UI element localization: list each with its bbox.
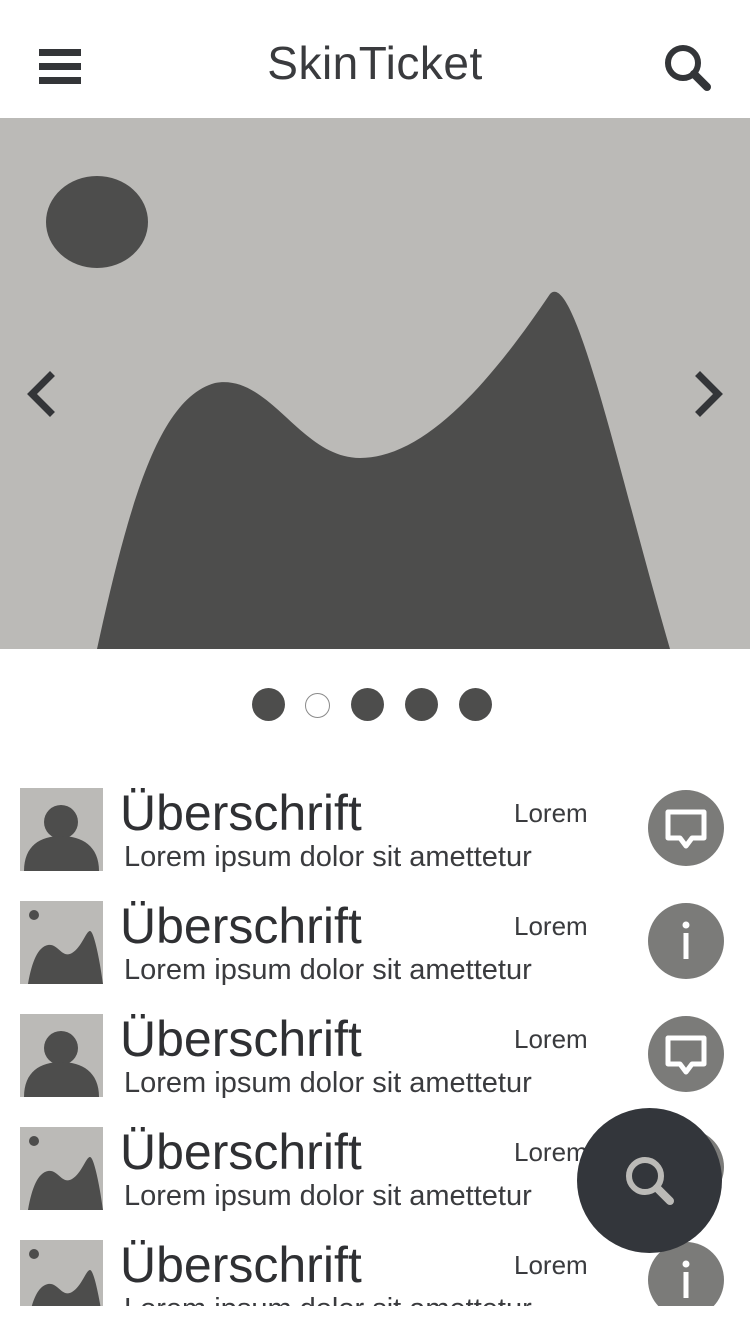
pagination-dot[interactable] xyxy=(351,688,384,721)
list-item-title: Überschrift xyxy=(120,1237,362,1293)
list-item-meta: Lorem xyxy=(514,1024,588,1054)
app-header: SkinTicket xyxy=(0,0,750,118)
list-item-meta: Lorem xyxy=(514,798,588,828)
chat-icon[interactable] xyxy=(648,790,724,866)
image-placeholder-icon xyxy=(20,1240,103,1306)
list-item-title: Überschrift xyxy=(120,1011,362,1067)
pagination-dot[interactable] xyxy=(459,688,492,721)
app-title: SkinTicket xyxy=(267,37,483,89)
image-placeholder-icon xyxy=(46,176,670,649)
list-item-meta: Lorem xyxy=(514,911,588,941)
list-item-subtitle: Lorem ipsum dolor sit amettetur xyxy=(124,1067,532,1099)
list-item-title: Überschrift xyxy=(120,898,362,954)
list-item[interactable]: Überschrift Lorem Lorem ipsum dolor sit … xyxy=(0,780,750,893)
list-item-subtitle: Lorem ipsum dolor sit amettetur xyxy=(124,954,532,986)
image-placeholder-icon xyxy=(20,1127,103,1210)
list-item-subtitle: Lorem ipsum dolor sit amettetur xyxy=(124,841,532,873)
chat-icon[interactable] xyxy=(648,1016,724,1092)
list-item-title: Überschrift xyxy=(120,785,362,841)
search-fab-button[interactable] xyxy=(577,1108,722,1253)
list-item-subtitle: Lorem ipsum dolor sit amettetur xyxy=(124,1180,532,1212)
pagination-dot[interactable] xyxy=(252,688,285,721)
list-item[interactable]: Überschrift Lorem Lorem ipsum dolor sit … xyxy=(0,1006,750,1119)
list-item-title: Überschrift xyxy=(120,1124,362,1180)
carousel-pagination xyxy=(0,688,750,722)
search-icon[interactable] xyxy=(660,40,716,96)
person-placeholder-icon xyxy=(20,1014,103,1097)
image-placeholder-icon xyxy=(20,901,103,984)
pagination-dot-active[interactable] xyxy=(305,693,330,718)
image-carousel[interactable] xyxy=(0,118,750,649)
pagination-dot[interactable] xyxy=(405,688,438,721)
list-item-meta: Lorem xyxy=(514,1250,588,1280)
info-icon[interactable] xyxy=(648,903,724,979)
search-icon xyxy=(626,1157,674,1205)
chevron-right-icon[interactable] xyxy=(686,368,730,420)
list-item-subtitle: Lorem ipsum dolor sit amettetur xyxy=(124,1293,532,1306)
chevron-left-icon[interactable] xyxy=(20,368,64,420)
list-item[interactable]: Überschrift Lorem Lorem ipsum dolor sit … xyxy=(0,893,750,1006)
person-placeholder-icon xyxy=(20,788,103,871)
